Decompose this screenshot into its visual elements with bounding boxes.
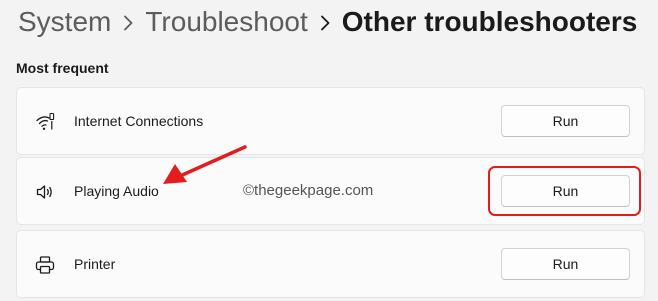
section-label: Most frequent xyxy=(16,60,109,76)
annotation-arrow-icon xyxy=(163,145,247,184)
breadcrumb-item-troubleshoot[interactable]: Troubleshoot xyxy=(145,2,307,42)
speaker-icon xyxy=(35,182,55,202)
troubleshooter-label: Playing Audio xyxy=(74,183,159,199)
run-button-internet-connections[interactable]: Run xyxy=(501,105,630,137)
breadcrumb: System Troubleshoot Other troubleshooter… xyxy=(18,2,637,42)
chevron-right-icon xyxy=(111,2,145,42)
troubleshooter-card-internet-connections: Internet Connections Run xyxy=(16,87,645,155)
breadcrumb-item-system[interactable]: System xyxy=(18,2,111,42)
troubleshooter-card-playing-audio: Playing Audio ©thegeekpage.com Run xyxy=(16,157,645,225)
troubleshooter-label: Printer xyxy=(74,256,116,272)
chevron-right-icon xyxy=(308,2,342,42)
wifi-icon xyxy=(35,112,55,132)
printer-icon xyxy=(35,255,55,275)
watermark: ©thegeekpage.com xyxy=(243,182,374,199)
run-button-playing-audio[interactable]: Run xyxy=(501,175,630,207)
run-button-printer[interactable]: Run xyxy=(501,248,630,280)
page-title: Other troubleshooters xyxy=(341,6,638,37)
troubleshooter-card-printer: Printer Run xyxy=(16,230,645,298)
